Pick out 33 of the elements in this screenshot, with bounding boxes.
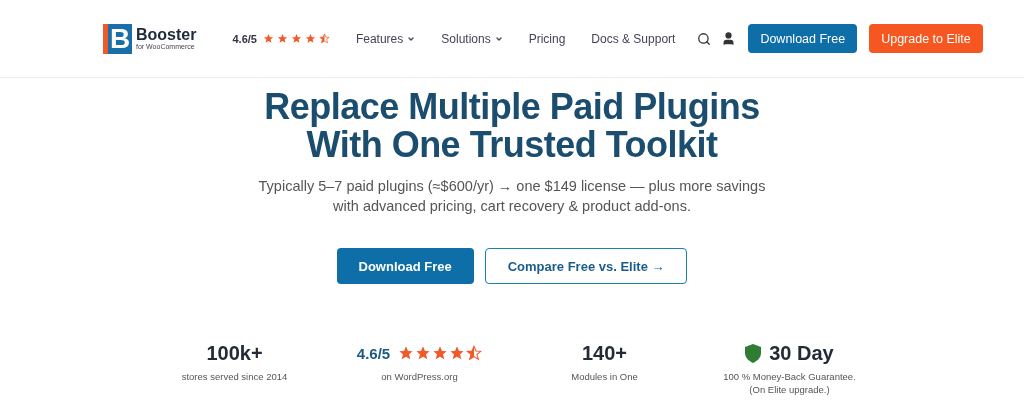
search-icon[interactable] xyxy=(697,31,712,46)
stat-value: 30 Day xyxy=(769,341,834,365)
rating-score: 4.6/5 xyxy=(232,32,257,45)
star-icon xyxy=(262,33,274,44)
nav-link[interactable]: Solutions xyxy=(441,31,503,46)
star-icon xyxy=(290,33,302,44)
star-icon xyxy=(432,345,449,361)
star-icon xyxy=(276,33,288,44)
star-icon xyxy=(398,345,415,361)
download-button[interactable]: Download Free xyxy=(748,24,858,53)
stat-caption: Modules in One xyxy=(571,370,638,383)
stat-caption: stores served since 2014 xyxy=(181,370,288,383)
stat-value: 140+ xyxy=(581,341,628,365)
nav-link[interactable]: Features xyxy=(355,31,416,46)
star-icon xyxy=(449,345,466,361)
brand-name: Booster xyxy=(136,27,197,43)
stat-value: 4.6/5 xyxy=(356,344,391,362)
compare-button[interactable]: Compare Free vs. Elite → xyxy=(484,248,688,284)
nav-link[interactable]: Pricing xyxy=(528,31,566,46)
stat-caption: 100 % Money-Back Guarantee. (On Elite upgrade.) xyxy=(723,370,856,396)
hero-title: Replace Multiple Paid Plugins With One Trusted Toolkit xyxy=(264,88,760,164)
hero-subtitle: Typically 5–7 paid plugins (≈$600/yr) → one $149 license — plus more savings with advanced pricing, cart recovery & product add-ons. xyxy=(258,177,766,216)
stat-value: 100k+ xyxy=(206,341,263,365)
star-icon xyxy=(304,33,316,44)
half-star-icon xyxy=(466,345,483,361)
stat-caption: on WordPress.org xyxy=(381,370,458,383)
star-icon xyxy=(415,345,432,361)
account-icon[interactable] xyxy=(721,31,737,46)
half-star-icon xyxy=(318,33,330,44)
download-button[interactable]: Download Free xyxy=(336,248,474,284)
shield-icon xyxy=(745,343,762,363)
nav-link[interactable]: Docs & Support xyxy=(591,31,676,46)
logo-mark[interactable]: B xyxy=(103,23,132,54)
